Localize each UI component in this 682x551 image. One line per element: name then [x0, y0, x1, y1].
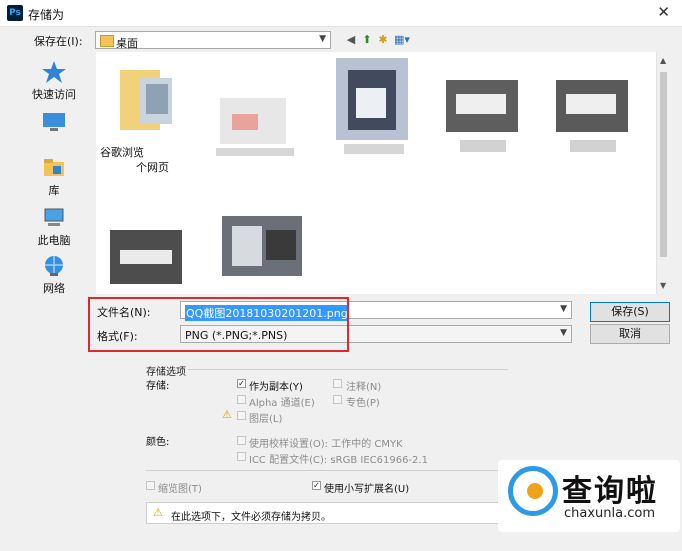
file-list[interactable]: 谷歌浏览 个网页 [96, 52, 656, 294]
warning-message-box: ⚠ 在此选项下，文件必须存储为拷贝。 [146, 502, 508, 524]
watermark-logo: 查询啦 chaxunla.com [498, 460, 680, 532]
window-title: 存储为 [28, 8, 65, 22]
places-bar: 快速访问 桌面 库 此电脑 网络 [14, 52, 94, 300]
file-item[interactable] [446, 80, 522, 162]
layers-label: 图层(L) [249, 414, 283, 425]
file-item[interactable] [556, 80, 632, 162]
file-caption: 谷歌浏览 [100, 146, 144, 159]
save-button[interactable]: 保存(S) [590, 302, 670, 322]
file-item[interactable] [216, 92, 296, 160]
place-label: 快速访问 [32, 88, 76, 101]
scrollbar-thumb[interactable] [660, 72, 667, 257]
close-button[interactable]: ✕ [657, 3, 670, 21]
color-label: 颜色: [146, 437, 170, 448]
place-desktop[interactable]: 桌面 [14, 110, 94, 152]
spot-label: 专色(P) [346, 398, 380, 409]
watermark-subtext: chaxunla.com [564, 506, 655, 521]
icc-checkbox[interactable] [237, 452, 246, 461]
place-label: 库 [48, 184, 60, 197]
proof-checkbox[interactable] [237, 436, 246, 445]
save-in-dropdown[interactable]: 桌面 ▼ [95, 31, 331, 50]
notes-label: 注释(N) [346, 382, 382, 393]
save-label: 存储: [146, 381, 170, 392]
notes-checkbox[interactable] [333, 379, 342, 388]
save-as-dialog: Ps 存储为 ✕ 保存在(I): 桌面 ▼ ◀ ⬆ ✱ ▦▾ 快速访问 桌面 库… [0, 0, 682, 551]
lowercase-extension-checkbox[interactable]: ✓ [312, 481, 321, 490]
warning-text: 在此选项下，文件必须存储为拷贝。 [171, 512, 331, 523]
scroll-down-icon[interactable]: ▼ [660, 281, 666, 290]
as-copy-checkbox[interactable]: ✓ [237, 379, 246, 388]
network-icon [45, 256, 63, 276]
photoshop-app-icon: Ps [7, 5, 23, 21]
new-folder-icon[interactable]: ✱ [376, 33, 390, 47]
divider [146, 470, 508, 471]
highlight-annotation-box [88, 297, 349, 352]
divider [188, 369, 508, 370]
alpha-checkbox[interactable] [237, 395, 246, 404]
warning-icon: ⚠ [153, 506, 163, 519]
save-in-location: 桌面 [116, 37, 138, 50]
place-library[interactable]: 库 [14, 156, 94, 198]
proof-label: 使用校样设置(O): 工作中的 CMYK [249, 439, 403, 450]
file-item[interactable] [336, 58, 412, 158]
library-icon [44, 159, 64, 176]
desktop-icon [43, 113, 65, 131]
file-item[interactable] [110, 230, 184, 292]
place-quick-access[interactable]: 快速访问 [14, 60, 94, 102]
file-caption-2: 个网页 [136, 161, 169, 174]
chevron-down-icon: ▼ [319, 34, 326, 44]
lowercase-extension-label: 使用小写扩展名(U) [324, 484, 410, 495]
place-network[interactable]: 网络 [14, 254, 94, 296]
back-icon[interactable]: ◀ [344, 33, 358, 47]
star-icon [42, 61, 66, 83]
computer-icon [44, 208, 64, 226]
file-item[interactable] [120, 70, 180, 138]
as-copy-label: 作为副本(Y) [249, 382, 303, 393]
chevron-down-icon: ▼ [560, 304, 567, 314]
watermark-text: 查询啦 [562, 474, 658, 509]
cancel-button[interactable]: 取消 [590, 324, 670, 344]
place-label: 网络 [43, 282, 65, 295]
magnifier-logo-icon [508, 466, 558, 516]
scroll-up-icon[interactable]: ▲ [660, 56, 666, 65]
place-label: 此电脑 [37, 234, 71, 247]
spot-checkbox[interactable] [333, 395, 342, 404]
layers-checkbox[interactable] [237, 411, 246, 420]
thumbnail-checkbox[interactable] [146, 481, 155, 490]
icc-label: ICC 配置文件(C): sRGB IEC61966-2.1 [249, 455, 428, 466]
chevron-down-icon: ▼ [560, 328, 567, 338]
alpha-label: Alpha 通道(E) [249, 398, 315, 409]
save-in-label: 保存在(I): [34, 35, 83, 48]
view-menu-icon[interactable]: ▦▾ [392, 33, 412, 47]
place-this-pc[interactable]: 此电脑 [14, 206, 94, 248]
file-list-scrollbar[interactable]: ▲ ▼ [656, 52, 671, 294]
folder-icon [100, 35, 114, 47]
warning-icon: ⚠ [222, 408, 232, 421]
file-item[interactable] [222, 216, 304, 290]
save-options-title: 存储选项 [146, 367, 186, 378]
title-bar: Ps 存储为 ✕ [0, 0, 682, 27]
thumbnail-label: 缩览图(T) [158, 484, 202, 495]
up-folder-icon[interactable]: ⬆ [360, 33, 374, 47]
